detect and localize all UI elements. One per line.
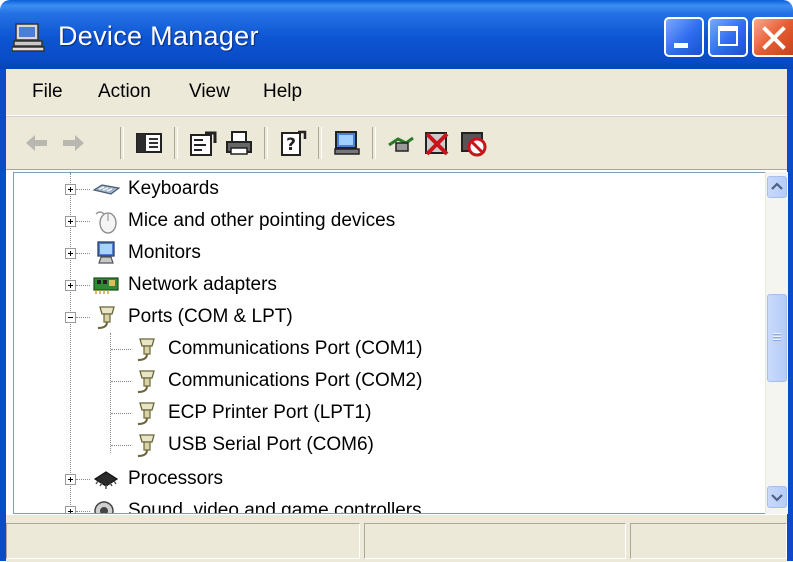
toolbar-separator	[264, 127, 268, 159]
vertical-scrollbar[interactable]	[765, 172, 788, 514]
status-panel	[364, 523, 626, 559]
tree-item-label: Sound, video and game controllers	[128, 500, 422, 514]
tree-line	[76, 285, 90, 287]
tree-item-label: Network adapters	[128, 274, 277, 295]
chevron-down-icon	[771, 494, 783, 502]
help-icon[interactable]: ?	[278, 129, 308, 157]
tree-line	[111, 349, 131, 351]
toolbar-separator	[174, 127, 178, 159]
chevron-up-icon	[771, 182, 783, 190]
back-arrow-icon[interactable]	[22, 129, 52, 157]
port-icon	[137, 338, 155, 361]
tree-line	[76, 317, 90, 319]
network-adapter-icon	[93, 277, 119, 294]
tree-line	[111, 381, 131, 383]
minimize-icon	[674, 43, 688, 48]
scroll-grip-icon	[773, 333, 781, 342]
tree-item-label: Processors	[128, 468, 224, 489]
print-icon[interactable]	[224, 129, 254, 157]
tree-item-lpt1[interactable]: ECP Printer Port (LPT1)	[132, 397, 371, 429]
status-bar	[6, 514, 787, 562]
tree-item-label: Monitors	[128, 242, 201, 263]
tree-item-label: USB Serial Port (COM6)	[168, 434, 374, 455]
toolbar-separator	[318, 127, 322, 159]
toolbar: ?	[6, 116, 787, 170]
expand-toggle[interactable]	[65, 506, 76, 513]
device-tree[interactable]: Keyboards Mice and other pointing device…	[13, 172, 767, 514]
toolbar-separator	[120, 127, 124, 159]
expand-toggle[interactable]	[65, 280, 76, 291]
toolbar-separator	[372, 127, 376, 159]
menu-help[interactable]: Help	[263, 81, 302, 103]
expand-toggle[interactable]	[65, 184, 76, 195]
close-icon	[762, 26, 786, 50]
tree-item-keyboards[interactable]: Keyboards	[92, 173, 219, 205]
tree-line	[110, 333, 112, 453]
tree-item-label: Communications Port (COM2)	[168, 370, 423, 391]
window-title: Device Manager	[58, 21, 259, 51]
menu-action[interactable]: Action	[98, 81, 151, 103]
title-bar[interactable]: Device Manager	[0, 0, 793, 69]
tree-line	[76, 511, 90, 513]
device-manager-window: Device Manager File Action View Help ? K…	[0, 0, 793, 562]
sound-icon	[94, 501, 114, 513]
mouse-icon	[95, 211, 117, 234]
tree-line	[111, 445, 131, 447]
svg-text:?: ?	[286, 135, 296, 155]
port-icon	[137, 434, 155, 457]
menu-view[interactable]: View	[189, 81, 230, 103]
tree-item-label: Keyboards	[128, 178, 219, 199]
keyboard-icon	[92, 184, 120, 195]
tree-item-sound[interactable]: Sound, video and game controllers	[92, 495, 422, 514]
scroll-down-button[interactable]	[767, 486, 787, 508]
tree-item-network-adapters[interactable]: Network adapters	[92, 269, 277, 301]
tree-item-com1[interactable]: Communications Port (COM1)	[132, 333, 422, 365]
expand-toggle[interactable]	[65, 248, 76, 259]
port-icon	[137, 402, 155, 425]
tree-item-monitors[interactable]: Monitors	[92, 237, 201, 269]
tree-item-label: Mice and other pointing devices	[128, 210, 396, 231]
minimize-button[interactable]	[664, 17, 704, 57]
update-driver-icon[interactable]	[386, 129, 416, 157]
properties-icon[interactable]	[188, 129, 218, 157]
maximize-button[interactable]	[708, 17, 748, 57]
scroll-up-button[interactable]	[767, 176, 787, 198]
status-panel	[6, 523, 360, 559]
tree-item-processors[interactable]: Processors	[92, 463, 223, 495]
expand-toggle[interactable]	[65, 474, 76, 485]
tree-item-label: Communications Port (COM1)	[168, 338, 423, 359]
monitor-icon	[97, 241, 115, 264]
tree-line	[76, 189, 90, 191]
tree-line	[76, 479, 90, 481]
tree-line	[111, 413, 131, 415]
menu-bar: File Action View Help	[6, 69, 787, 116]
processor-icon	[93, 471, 119, 489]
collapse-toggle[interactable]	[65, 312, 76, 323]
device-manager-app-icon	[12, 23, 45, 52]
scan-hardware-icon[interactable]	[332, 129, 362, 157]
forward-arrow-icon[interactable]	[58, 129, 88, 157]
tree-item-com2[interactable]: Communications Port (COM2)	[132, 365, 422, 397]
close-button[interactable]	[752, 17, 793, 57]
uninstall-icon[interactable]	[422, 129, 452, 157]
status-panel	[630, 523, 787, 559]
menu-file[interactable]: File	[32, 81, 63, 103]
tree-item-mice[interactable]: Mice and other pointing devices	[92, 205, 395, 237]
show-hide-tree-icon[interactable]	[134, 129, 164, 157]
tree-line	[76, 221, 90, 223]
expand-toggle[interactable]	[65, 216, 76, 227]
port-icon	[137, 370, 155, 393]
port-icon	[97, 306, 115, 329]
tree-item-ports[interactable]: Ports (COM & LPT)	[92, 301, 293, 333]
scroll-thumb[interactable]	[767, 294, 787, 382]
disable-icon[interactable]	[458, 129, 488, 157]
tree-item-label: ECP Printer Port (LPT1)	[168, 402, 372, 423]
maximize-icon	[718, 26, 738, 46]
tree-item-label: Ports (COM & LPT)	[128, 306, 293, 327]
tree-item-com6[interactable]: USB Serial Port (COM6)	[132, 429, 374, 461]
tree-line	[76, 253, 90, 255]
